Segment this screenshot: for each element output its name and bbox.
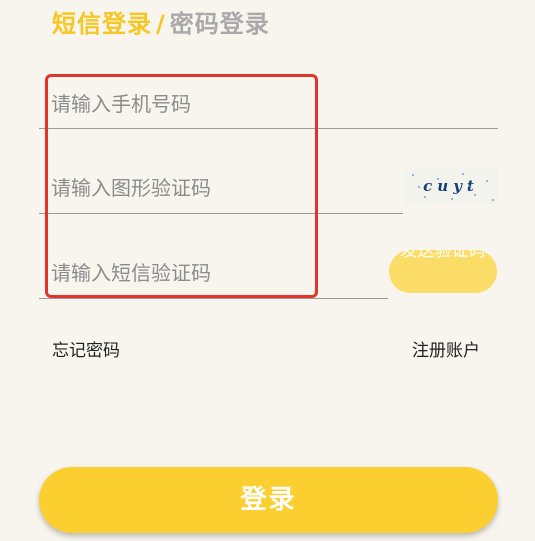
register-link[interactable]: 注册账户 <box>412 336 480 361</box>
tab-separator: / <box>156 10 166 38</box>
captcha-image[interactable]: cuyt <box>404 168 498 204</box>
sms-code-underline <box>39 298 388 299</box>
send-code-button[interactable]: 发送验证码 <box>389 250 497 293</box>
captcha-text: cuyt <box>423 177 479 195</box>
login-button[interactable]: 登录 <box>39 467 498 533</box>
tab-sms-login[interactable]: 短信登录 <box>52 10 152 38</box>
send-code-label: 发送验证码 <box>400 250 486 261</box>
forgot-password-link[interactable]: 忘记密码 <box>52 336 120 361</box>
tab-password-login[interactable]: 密码登录 <box>170 10 270 38</box>
login-tabs: 短信登录 / 密码登录 <box>52 4 270 39</box>
input-highlight-box <box>45 74 318 298</box>
